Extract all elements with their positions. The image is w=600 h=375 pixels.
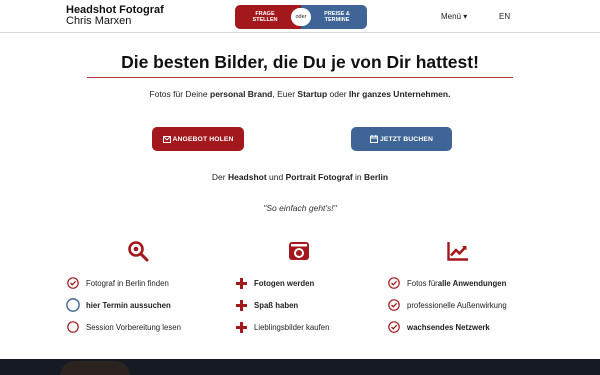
list-item-label: wachsendes Netzwerk xyxy=(407,322,490,332)
tagline-bold: Headshot xyxy=(227,172,267,182)
plus-icon xyxy=(234,298,248,312)
title-underline xyxy=(87,77,513,78)
plus-icon xyxy=(234,276,248,290)
list-item-label: Lieblingsbilder kaufen xyxy=(254,322,330,332)
prices-label-1: PREISE & xyxy=(324,10,350,17)
subtitle-text: Fotos für Deine xyxy=(149,89,210,99)
hero-image xyxy=(0,359,600,375)
subtitle-bold: Ihr ganzes Unternehmen. xyxy=(348,89,451,99)
get-offer-label: ANGEBOT HOLEN xyxy=(172,135,234,143)
slogan-quote: "So einfach geht's!" xyxy=(263,203,337,213)
list-item: Fotogen werden xyxy=(234,276,314,290)
list-item-label: professionelle Außenwirkung xyxy=(407,300,507,310)
or-badge: oder xyxy=(291,8,311,26)
tagline-bold: Portrait Fotograf xyxy=(285,172,353,182)
subtitle-text: , Euer xyxy=(272,89,298,99)
site-header: Headshot Fotograf Chris Marxen FRAGE STEL… xyxy=(0,0,600,33)
tagline-text: Der xyxy=(211,172,228,182)
get-offer-button[interactable]: ANGEBOT HOLEN xyxy=(152,127,244,151)
list-item: Session Vorbereitung lesen xyxy=(66,320,181,334)
list-item: hier Termin aussuchen xyxy=(66,298,171,312)
chart-icon xyxy=(447,240,469,262)
ask-question-label-1: FRAGE xyxy=(255,10,275,17)
menu-dropdown[interactable]: Menü ▾ xyxy=(441,12,467,21)
list-item-label: Spaß haben xyxy=(254,300,299,310)
list-item: wachsendes Netzwerk xyxy=(387,320,490,334)
list-item-label: Fotos für xyxy=(407,278,438,288)
list-item: Lieblingsbilder kaufen xyxy=(234,320,329,334)
book-now-label: JETZT BUCHEN xyxy=(380,135,433,143)
hero-image-shape xyxy=(60,361,130,375)
list-item-label: Fotogen werden xyxy=(254,278,315,288)
check-circle-icon xyxy=(387,320,401,334)
brand-subtitle: Chris Marxen xyxy=(66,15,132,27)
brand-logo[interactable]: Headshot Fotograf Chris Marxen xyxy=(66,5,164,27)
list-item: professionelle Außenwirkung xyxy=(387,298,507,312)
list-item-bold: alle Anwendungen xyxy=(437,278,507,288)
circle-icon xyxy=(66,298,80,312)
contact-toggle: FRAGE STELLEN PREISE & TERMINE oder xyxy=(235,5,367,29)
ask-question-label-2: STELLEN xyxy=(252,17,278,23)
list-item-label[interactable]: hier Termin aussuchen xyxy=(86,301,171,310)
subtitle-bold: personal Brand xyxy=(210,89,273,99)
check-circle-icon xyxy=(387,276,401,290)
check-circle-icon xyxy=(387,298,401,312)
camera-icon xyxy=(288,240,310,262)
list-item: Fotograf in Berlin finden xyxy=(66,276,169,290)
circle-icon xyxy=(66,320,80,334)
tagline-bold: Berlin xyxy=(364,172,389,182)
subtitle: Fotos für Deine personal Brand, Euer Sta… xyxy=(0,89,600,99)
list-item-label[interactable]: Session Vorbereitung lesen xyxy=(86,323,181,332)
tagline-text: in xyxy=(352,172,364,182)
language-switch[interactable]: EN xyxy=(499,12,510,21)
book-now-button[interactable]: JETZT BUCHEN xyxy=(351,127,452,151)
list-item: Spaß haben xyxy=(234,298,298,312)
subtitle-bold: Startup xyxy=(297,89,328,99)
subtitle-text: oder xyxy=(327,89,349,99)
list-item: Fotos für alle Anwendungen xyxy=(387,276,506,290)
list-item-label: Fotograf in Berlin finden xyxy=(86,278,169,288)
tagline: Der Headshot und Portrait Fotograf in Be… xyxy=(0,172,600,182)
page-title: Die besten Bilder, die Du je von Dir hat… xyxy=(121,52,479,72)
tagline-text: und xyxy=(266,172,286,182)
check-circle-icon xyxy=(66,276,80,290)
plus-icon xyxy=(234,320,248,334)
prices-label-2: TERMINE xyxy=(324,17,350,23)
calendar-icon xyxy=(370,135,379,143)
mail-icon xyxy=(162,135,171,143)
search-icon xyxy=(127,240,149,262)
